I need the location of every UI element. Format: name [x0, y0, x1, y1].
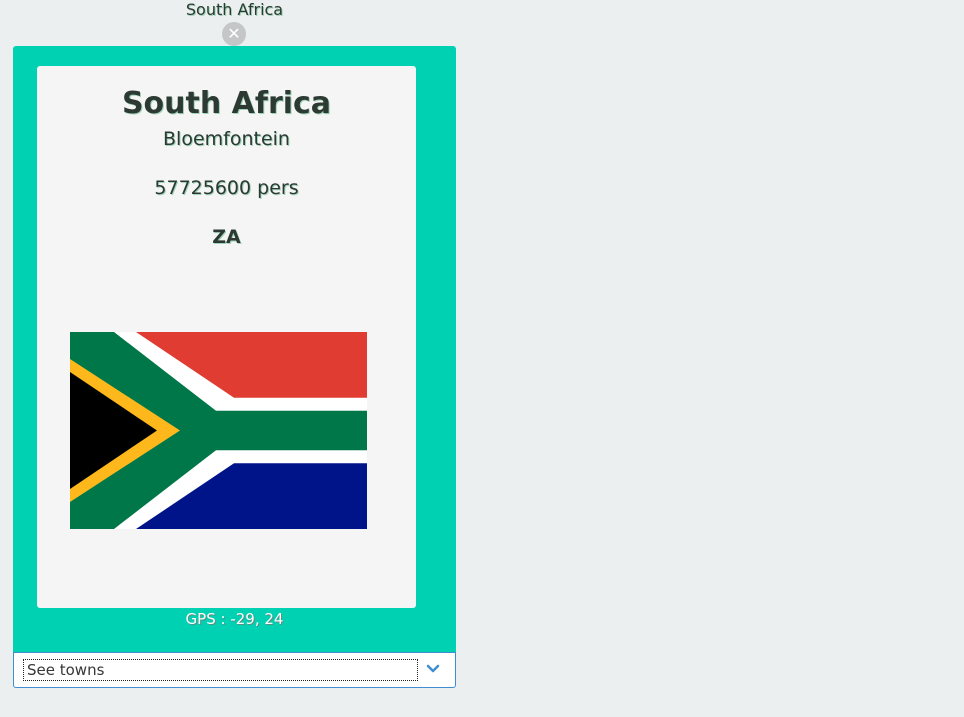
close-icon: ✕: [227, 24, 241, 43]
capital-name: Bloemfontein: [163, 128, 290, 150]
towns-select[interactable]: See towns: [13, 652, 456, 688]
country-panel: South Africa Bloemfontein 57725600 pers …: [13, 46, 456, 652]
population: 57725600 pers: [154, 177, 299, 199]
gps-coordinates: GPS : -29, 24: [185, 610, 284, 628]
south-africa-flag: [70, 332, 367, 529]
close-button[interactable]: ✕: [222, 22, 246, 46]
popup-title: South Africa: [185, 0, 284, 19]
country-code: ZA: [212, 226, 241, 248]
chevron-down-icon[interactable]: [425, 661, 441, 677]
country-card: South Africa Bloemfontein 57725600 pers …: [37, 66, 416, 608]
towns-select-value[interactable]: See towns: [23, 659, 418, 681]
country-name: South Africa: [121, 86, 332, 121]
